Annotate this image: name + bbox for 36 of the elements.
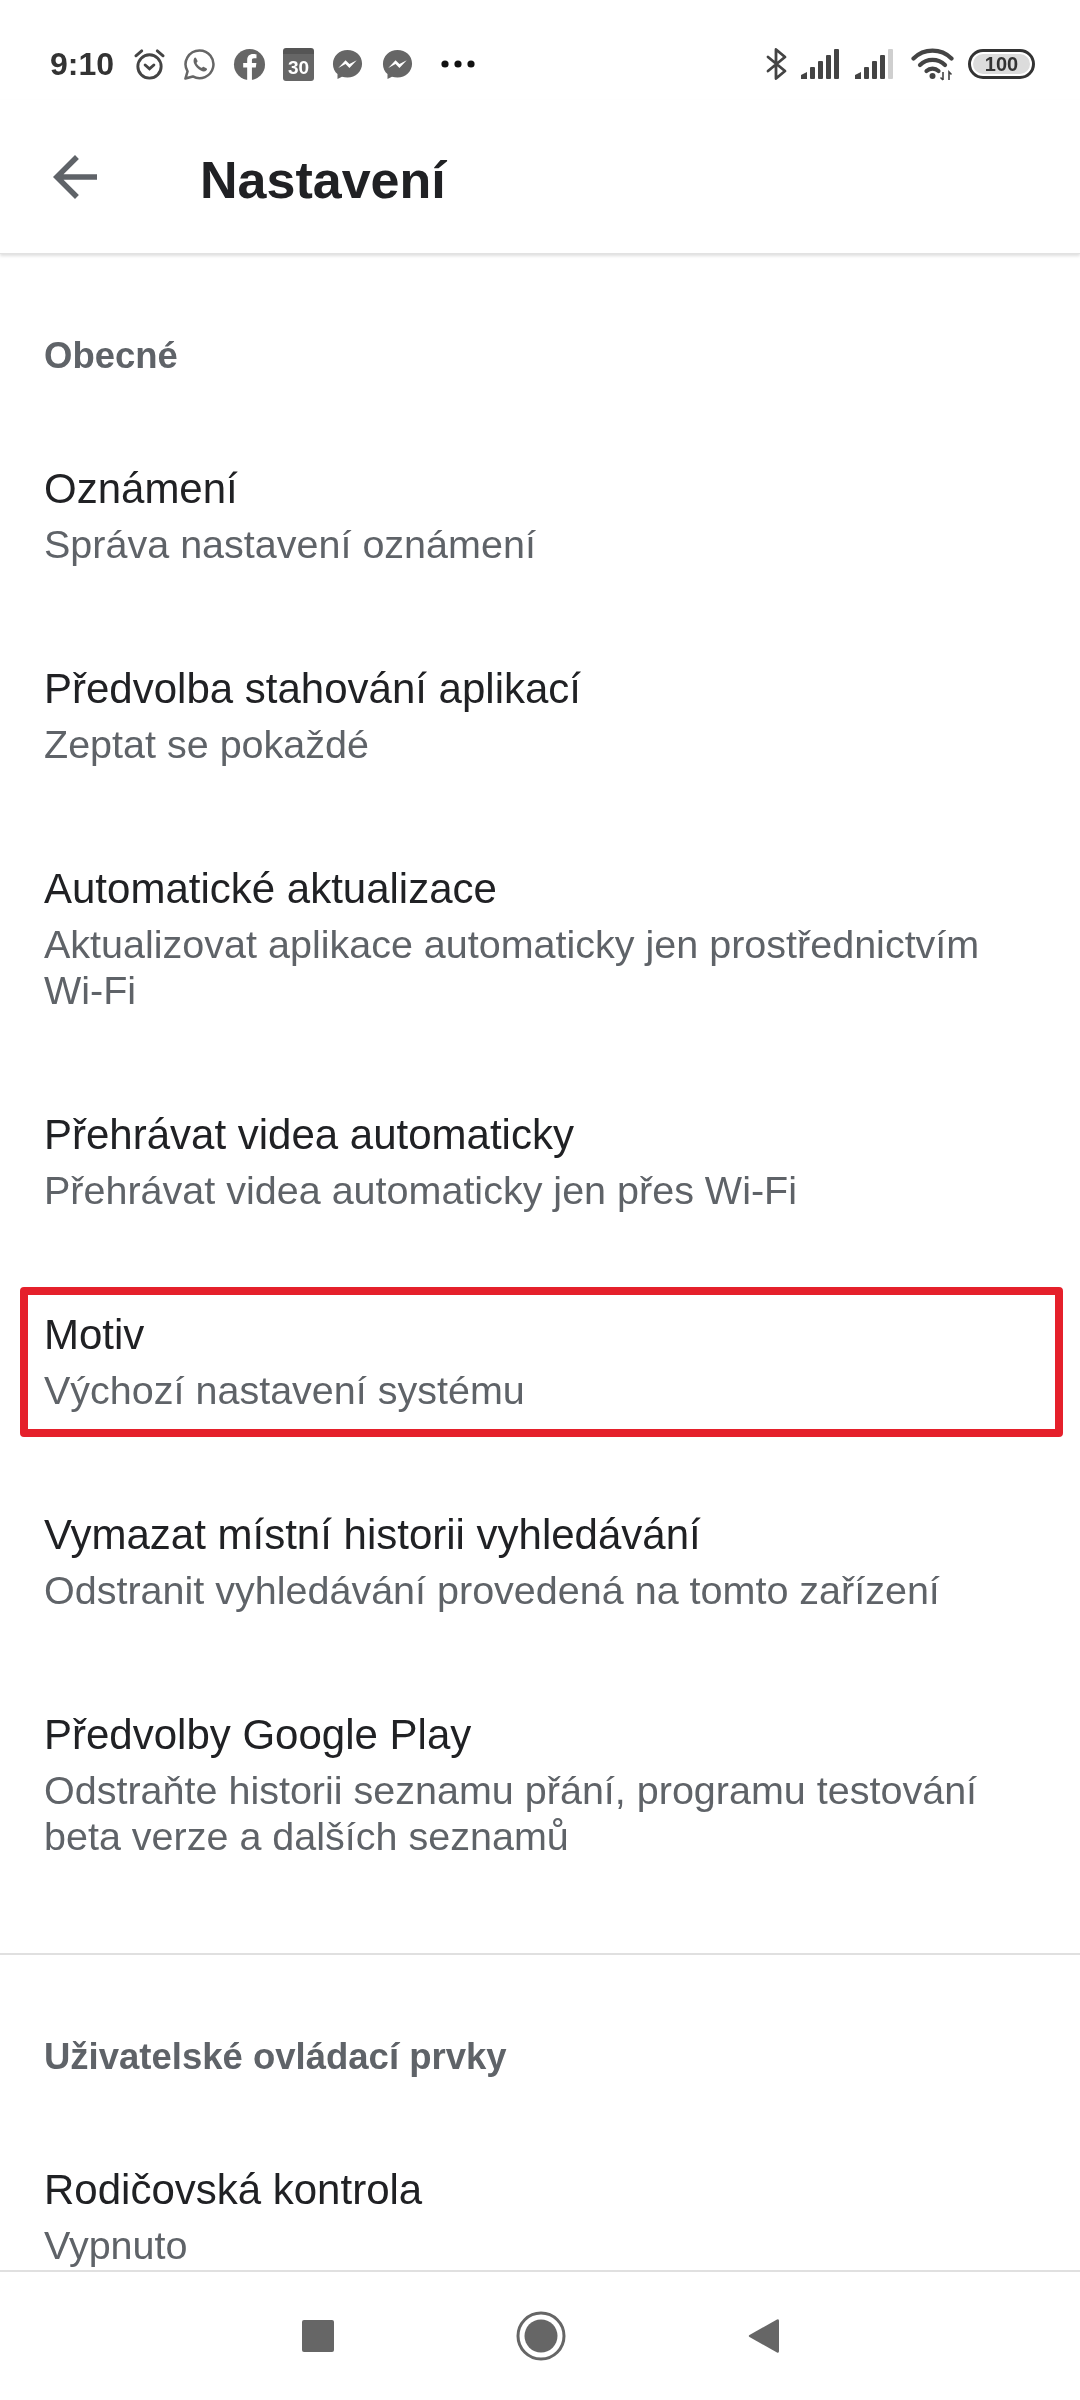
setting-title[interactable]: Oznámení [44,459,1036,519]
chat-bubble-icon [331,47,365,81]
f-circle-icon [233,47,267,81]
chat-bubble-icon [381,47,415,81]
setting-value: Správa nastavení oznámení [44,521,537,567]
signal-bars-icon [801,49,841,79]
back-arrow-icon [53,154,97,199]
signal-bars-icon [855,49,895,79]
setting-value: Odstraňte historii seznamu přání, programu testování beta verze a dalších seznamů [44,1767,979,1859]
setting-title[interactable]: Vymazat místní historii vyhledávání [44,1505,1036,1565]
setting-value: Výchozí nastavení systému [44,1367,526,1413]
chat-phone-icon [183,47,217,81]
setting-title[interactable]: Přehrávat videa automaticky [44,1105,1036,1165]
circle-icon[interactable] [515,2311,566,2361]
alarm-clock-icon [133,47,167,81]
square-icon[interactable] [301,2320,334,2352]
setting-title[interactable]: Předvolby Google Play [44,1705,1036,1765]
triangle-icon[interactable] [747,2318,779,2354]
setting-title[interactable]: Rodičovská kontrola [44,2160,1036,2220]
setting-value: Aktualizovat aplikace automaticky jen prostřednictvím Wi-Fi [44,921,981,1013]
setting-value: Odstranit vyhledávání provedená na tomto zařízení [44,1567,941,1613]
setting-value: Přehrávat videa automaticky jen přes Wi-Fi [44,1167,798,1213]
bluetooth-icon [766,47,787,81]
setting-title[interactable]: Motiv [44,1305,1036,1365]
setting-title[interactable]: Předvolba stahování aplikací [44,659,1036,719]
wifi-icon [911,47,954,81]
section-header: Uživatelské ovládací prvky [43,2035,508,2079]
battery-icon: 100 [968,49,1035,79]
section-header: Obecné [43,334,179,378]
screen-title: Nastavení [200,149,446,211]
setting-value: Vypnuto [44,2222,189,2268]
status-time: 9:10 [50,46,115,82]
setting-title[interactable]: Automatické aktualizace [44,859,1036,919]
ellipsis-icon [441,60,476,68]
setting-value: Zeptat se pokaždé [44,721,370,767]
calendar-icon: 30 [283,47,315,81]
